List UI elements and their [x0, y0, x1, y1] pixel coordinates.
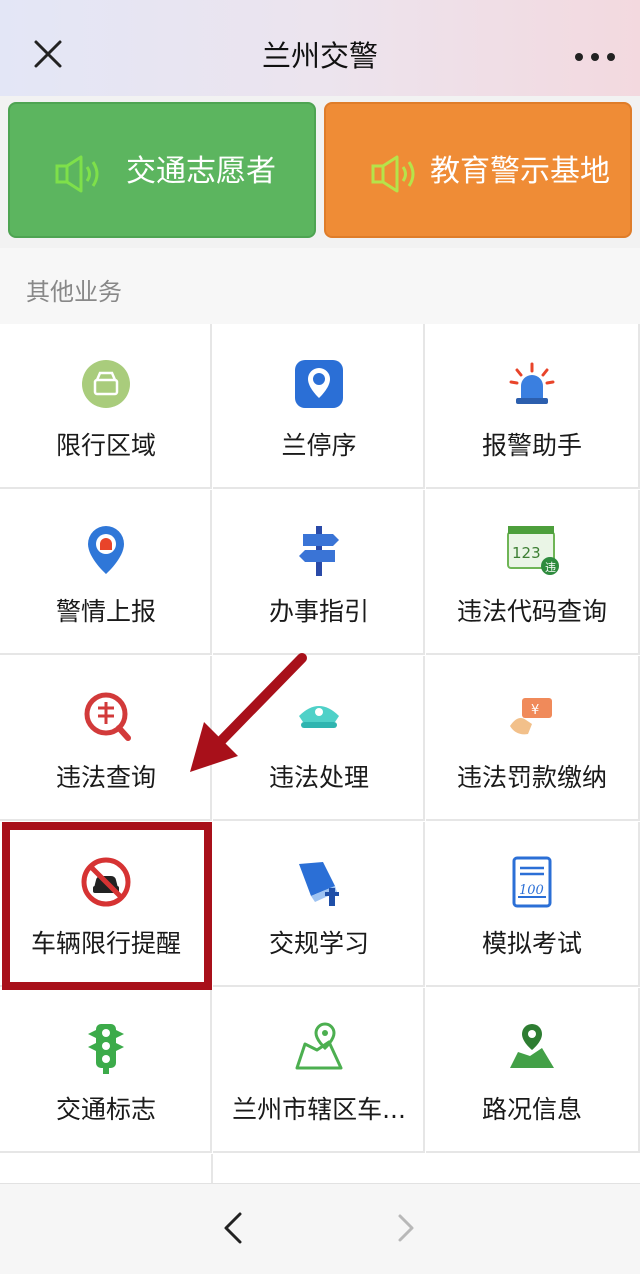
- service-item-violation-code[interactable]: 123 违 违法代码查询: [426, 490, 640, 655]
- map-pin-icon: [295, 1022, 343, 1070]
- service-item-fine-payment[interactable]: ¥ 违法罚款缴纳: [426, 656, 640, 821]
- traffic-light-icon: [88, 1024, 124, 1074]
- road-map-icon: [510, 1024, 554, 1068]
- service-label: 兰停序: [281, 431, 357, 460]
- service-item-violation-query[interactable]: 违法查询: [0, 656, 212, 821]
- parking-app-icon: [295, 360, 343, 408]
- fine-currency-symbol: ¥: [531, 703, 539, 718]
- speaker-icon: [371, 155, 415, 193]
- speaker-icon: [55, 155, 99, 193]
- service-label: 办事指引: [268, 597, 369, 626]
- banner-label: 教育警示基地: [430, 154, 610, 189]
- service-item-mock-exam[interactable]: 100 模拟考试: [426, 822, 640, 987]
- study-book-icon: [299, 862, 339, 906]
- location-alert-icon: [88, 526, 124, 574]
- title-bar: 兰州交警: [0, 0, 640, 96]
- violation-code-digits: 123: [512, 544, 541, 562]
- service-label: 违法罚款缴纳: [456, 763, 607, 792]
- service-item-restricted-area[interactable]: 限行区域: [0, 324, 212, 489]
- no-car-icon: [81, 857, 131, 907]
- banner-area: 交通志愿者 教育警示基地: [0, 96, 640, 248]
- restricted-area-icon: [82, 360, 130, 408]
- service-label: 模拟考试: [481, 929, 582, 958]
- service-item-road-conditions[interactable]: 路况信息: [426, 988, 640, 1153]
- service-item-parking-app[interactable]: 兰停序: [213, 324, 425, 489]
- violation-search-icon: [84, 692, 131, 741]
- service-item-vehicle-restriction-reminder[interactable]: 车辆限行提醒: [0, 822, 212, 987]
- service-item-traffic-rules-study[interactable]: 交规学习: [213, 822, 425, 987]
- violation-code-icon: 123 违: [507, 526, 559, 575]
- section-header: 其他业务: [0, 248, 640, 324]
- service-item-traffic-signs[interactable]: 交通标志: [0, 988, 212, 1153]
- alarm-light-icon: [509, 362, 555, 404]
- service-label: 报警助手: [481, 431, 582, 460]
- service-item-guide[interactable]: 办事指引: [213, 490, 425, 655]
- exam-paper-icon: 100: [512, 856, 552, 908]
- police-cap-icon: [299, 706, 339, 728]
- service-item-lanzhou-district-vehicles[interactable]: 兰州市辖区车...: [213, 988, 425, 1153]
- service-item-report-incident[interactable]: 警情上报: [0, 490, 212, 655]
- service-label: 车辆限行提醒: [30, 929, 181, 958]
- service-label: 违法处理: [268, 763, 369, 792]
- service-label: 交通标志: [55, 1095, 156, 1124]
- fine-payment-icon: ¥: [510, 698, 552, 735]
- signpost-icon: [299, 526, 339, 576]
- service-label: 限行区域: [55, 431, 156, 460]
- education-base-banner-button[interactable]: 教育警示基地: [324, 102, 632, 238]
- bottom-navigation-bar: [0, 1183, 640, 1274]
- chevron-left-icon[interactable]: [214, 1208, 254, 1248]
- services-grid: 限行区域 兰停序 报警助手 警情上报 办事指引 123 违 违法代码查询 违法查…: [0, 324, 640, 1184]
- service-label: 路况信息: [481, 1095, 582, 1124]
- service-label: 警情上报: [55, 597, 156, 626]
- violation-code-badge: 违: [545, 561, 556, 574]
- service-label: 违法代码查询: [456, 597, 607, 626]
- service-item-alarm-assistant[interactable]: 报警助手: [426, 324, 640, 489]
- service-label: 违法查询: [55, 763, 156, 792]
- service-item-violation-handling[interactable]: 违法处理: [213, 656, 425, 821]
- chevron-right-icon[interactable]: [386, 1208, 426, 1248]
- service-label: 兰州市辖区车...: [232, 1095, 406, 1124]
- volunteer-banner-button[interactable]: 交通志愿者: [8, 102, 316, 238]
- banner-label: 交通志愿者: [126, 154, 276, 189]
- exam-score-text: 100: [519, 883, 544, 898]
- section-title: 其他业务: [26, 278, 122, 306]
- grid-divider: [211, 1154, 213, 1184]
- service-label: 交规学习: [268, 929, 369, 958]
- more-icon[interactable]: [570, 40, 620, 70]
